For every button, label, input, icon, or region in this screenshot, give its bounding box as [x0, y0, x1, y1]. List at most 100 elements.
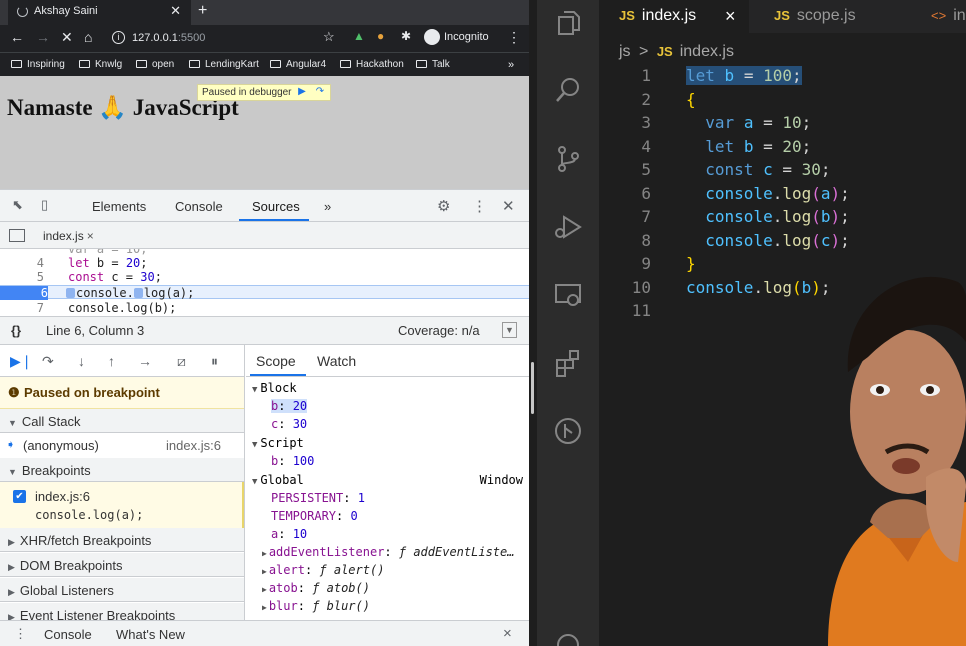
tab-sources[interactable]: Sources [252, 199, 300, 214]
extensions-icon[interactable] [553, 348, 583, 378]
bookmarks-overflow-icon[interactable]: » [508, 59, 514, 71]
active-tab-indicator [239, 219, 309, 221]
scope-variable[interactable]: b: 20 [246, 397, 529, 415]
checkbox-icon[interactable]: ✔ [13, 490, 26, 503]
bookmark-folder[interactable]: Inspiring [11, 59, 65, 70]
bookmark-folder[interactable]: LendingKart [189, 59, 259, 70]
extensions-puzzle-icon[interactable]: ✱ [401, 29, 411, 43]
resume-icon[interactable]: ▶❘ [10, 353, 33, 370]
resume-icon[interactable]: ▶ [295, 86, 309, 99]
scope-function[interactable]: ▶ addEventListener: ƒ addEventListe… [246, 543, 529, 561]
call-stack-frame[interactable]: ➧ (anonymous) index.js:6 [0, 433, 244, 458]
stop-icon[interactable]: ✕ [61, 29, 73, 46]
tab-watch[interactable]: Watch [317, 353, 356, 369]
deactivate-breakpoints-icon[interactable]: ⧄ [177, 353, 186, 370]
source-control-icon[interactable] [553, 144, 583, 174]
scope-function[interactable]: ▶ blur: ƒ blur() [246, 597, 529, 615]
scope-function[interactable]: ▶ atob: ƒ atob() [246, 579, 529, 597]
step-over-icon[interactable]: ↷ [42, 353, 54, 370]
tab-scope-js[interactable]: JS scope.js [749, 0, 899, 33]
bookmark-folder[interactable]: Angular4 [270, 59, 326, 70]
tab-strip: Akshay Saini ✕ + [0, 0, 529, 25]
home-icon[interactable]: ⌂ [84, 29, 92, 45]
bookmark-folder[interactable]: open [136, 59, 174, 70]
close-tab-icon[interactable]: × [725, 6, 736, 27]
settings-gear-icon[interactable]: ⚙ [437, 197, 450, 215]
remote-explorer-icon[interactable] [553, 280, 583, 310]
info-icon[interactable]: i [112, 31, 125, 44]
browser-tab[interactable]: Akshay Saini ✕ [8, 0, 191, 25]
folder-icon [270, 60, 281, 68]
event-listener-breakpoints-section-header[interactable]: ▶ Event Listener Breakpoints [0, 603, 244, 620]
folder-icon [340, 60, 351, 68]
menu-kebab-icon[interactable]: ⋮ [507, 29, 521, 46]
close-drawer-icon[interactable]: × [503, 625, 512, 642]
devtools-menu-icon[interactable]: ⋮ [472, 197, 487, 215]
pause-on-exceptions-icon[interactable]: ⏸ [211, 353, 218, 370]
scope-variable[interactable]: PERSISTENT: 1 [246, 489, 529, 507]
forward-icon[interactable]: → [36, 29, 50, 45]
bookmark-folder[interactable]: Knwlg [79, 59, 122, 70]
scope-function[interactable]: ▶ alert: ƒ alert() [246, 561, 529, 579]
address-bar[interactable]: i 127.0.0.1:5500 [106, 28, 346, 49]
step-out-icon[interactable]: ↑ [108, 353, 115, 369]
run-debug-icon[interactable] [553, 212, 583, 242]
bookmark-star-icon[interactable]: ☆ [323, 29, 335, 45]
drawer-menu-icon[interactable]: ⋮ [14, 626, 27, 642]
new-tab-icon[interactable]: + [198, 2, 207, 20]
coverage-toggle-icon[interactable]: ▼ [502, 322, 517, 338]
tab-elements[interactable]: Elements [92, 199, 146, 214]
call-stack-section-header[interactable]: ▼ Call Stack [0, 409, 244, 433]
current-frame-arrow-icon: ➧ [6, 439, 16, 451]
current-execution-line[interactable]: 6 console. log(a); [0, 285, 529, 300]
close-tab-icon[interactable]: ✕ [170, 3, 181, 19]
scope-variable[interactable]: TEMPORARY: 0 [246, 507, 529, 525]
global-listeners-section-header[interactable]: ▶ Global Listeners [0, 578, 244, 602]
code-line: 2{ [641, 89, 696, 109]
scope-variable[interactable]: b: 100 [246, 452, 529, 470]
git-graph-icon[interactable] [553, 416, 583, 446]
scope-variable[interactable]: c: 30 [246, 415, 529, 433]
bookmark-folder[interactable]: Talk [416, 59, 450, 70]
step-icon[interactable]: → [138, 353, 152, 369]
back-icon[interactable]: ← [10, 29, 24, 45]
activity-bar [537, 0, 599, 646]
scope-global-header[interactable]: ▼ Global Window [246, 471, 529, 489]
breakpoints-section-header[interactable]: ▼ Breakpoints [0, 458, 244, 482]
explorer-files-icon[interactable] [553, 8, 583, 38]
device-toolbar-icon[interactable]: ▯ [41, 197, 48, 213]
dom-breakpoints-section-header[interactable]: ▶ DOM Breakpoints [0, 553, 244, 577]
cookie-extension-icon[interactable]: ● [377, 29, 384, 43]
step-over-icon[interactable]: ↷ [313, 86, 327, 99]
tab-html-file[interactable]: <> in [899, 0, 966, 33]
scope-block-header[interactable]: ▼ Block [246, 379, 529, 397]
navigator-toggle-icon[interactable] [9, 229, 25, 242]
pretty-print-icon[interactable]: {} [11, 323, 21, 338]
breakpoint-item[interactable]: ✔ index.js:6 console.log(a); [0, 482, 244, 528]
tab-index-js[interactable]: JS index.js × [599, 0, 749, 33]
drawer-tab-whats-new[interactable]: What's New [116, 627, 185, 642]
code-line: 4 let b = 20; [36, 256, 148, 270]
scope-variable[interactable]: a: 10 [246, 525, 529, 543]
xhr-breakpoints-section-header[interactable]: ▶ XHR/fetch Breakpoints [0, 528, 244, 552]
scope-script-header[interactable]: ▼ Script [246, 434, 529, 452]
search-icon[interactable] [553, 75, 583, 105]
inspect-element-icon[interactable]: ⬉ [12, 197, 23, 213]
accounts-icon[interactable] [553, 630, 583, 646]
breadcrumb-file[interactable]: index.js [680, 43, 734, 60]
split-handle[interactable] [531, 362, 534, 414]
tab-console[interactable]: Console [175, 199, 223, 214]
source-editor[interactable]: var a = 10; 4 let b = 20; 5 const c = 30; … [0, 249, 529, 316]
incognito-indicator[interactable]: Incognito [424, 29, 489, 45]
file-tab-index-js[interactable]: index.js × [43, 229, 94, 243]
bookmark-folder[interactable]: Hackathon [340, 59, 404, 70]
close-devtools-icon[interactable]: ✕ [502, 197, 515, 215]
step-into-icon[interactable]: ↓ [78, 353, 85, 369]
extension-icon[interactable]: ▲ [353, 29, 365, 43]
close-file-icon[interactable]: × [87, 229, 94, 243]
drawer-tab-console[interactable]: Console [44, 627, 92, 642]
more-tabs-icon[interactable]: » [324, 199, 331, 214]
breadcrumb-folder[interactable]: js [619, 43, 631, 60]
tab-scope[interactable]: Scope [256, 353, 296, 369]
presenter-webcam [828, 276, 966, 646]
